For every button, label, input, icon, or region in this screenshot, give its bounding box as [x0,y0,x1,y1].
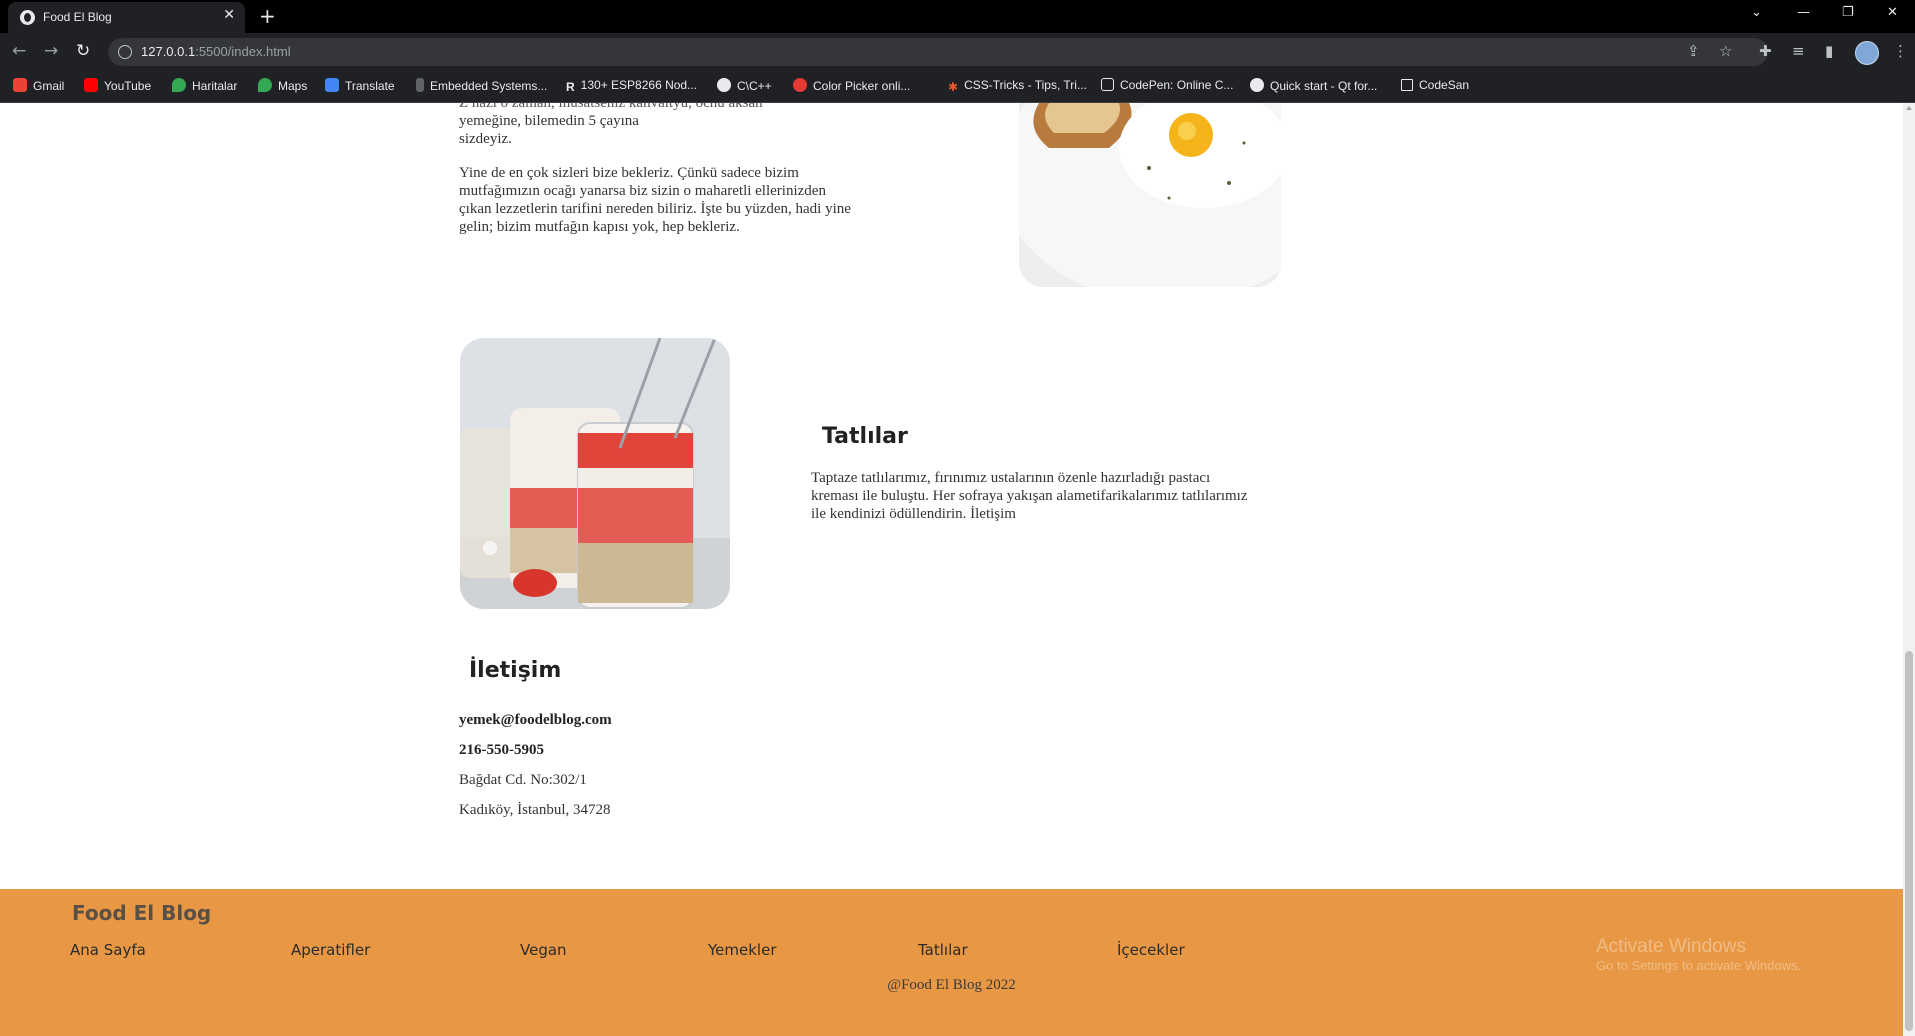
bookmark-youtube[interactable]: YouTube [84,78,151,93]
browser-tab-bar: Food El Blog ✕ + ⌄ — ❐ ✕ [0,0,1915,33]
tab-title: Food El Blog [43,10,112,24]
tab-search-icon[interactable]: ⌄ [1751,5,1762,20]
new-tab-icon[interactable]: + [259,4,276,28]
bookmark-embedded[interactable]: Embedded Systems... [416,78,547,93]
close-tab-icon[interactable]: ✕ [223,7,235,23]
globe-icon [1250,78,1264,92]
page-scrollbar[interactable] [1903,103,1915,1036]
dessert-image [460,338,730,609]
footer-link-yemekler[interactable]: Yemekler [708,941,777,959]
translate-icon [325,78,339,92]
forward-icon[interactable]: → [44,41,58,61]
youtube-icon [84,78,98,92]
contact-title: İletişim [469,658,562,683]
page-viewport: Z nazi o zaman, inusatseniz kanvaityu, o… [0,103,1903,1036]
bookmark-codesan[interactable]: CodeSan [1401,78,1469,92]
intro-line-2: sizdeyiz. [459,131,512,147]
contact-address-line-1: Bağdat Cd. No:302/1 [459,772,587,788]
parfait-jars-illustration [460,338,730,609]
bookmark-gmail[interactable]: Gmail [13,78,64,93]
intro-line-1: yemeğine, bilemedin 5 çayına [459,113,639,129]
bookmark-translate[interactable]: Translate [325,78,395,93]
reload-icon[interactable]: ↻ [76,41,90,61]
windows-activation-watermark-subtitle: Go to Settings to activate Windows. [1596,958,1802,973]
globe-icon [20,10,35,25]
intro-partial-line: Z nazi o zaman, inusatseniz kanvaityu, o… [459,103,763,111]
desserts-title: Tatlılar [822,424,908,449]
footer-brand[interactable]: Food El Blog [72,901,211,925]
bookmark-qt[interactable]: Quick start - Qt for... [1250,78,1377,93]
profile-avatar[interactable] [1855,41,1879,65]
contact-address-line-2: Kadıköy, İstanbul, 34728 [459,802,611,818]
media-icon[interactable]: ≡ [1792,42,1805,60]
r-icon: R [566,80,575,94]
gmail-icon [13,78,27,92]
bookmark-esp8266[interactable]: R 130+ ESP8266 Nod... [566,78,697,94]
bookmark-star-icon[interactable]: ☆ [1719,42,1732,60]
windows-activation-watermark-title: Activate Windows [1596,936,1746,957]
url-text: 127.0.0.1:5500/index.html [141,44,291,59]
footer-link-tatlilar[interactable]: Tatlılar [918,941,968,959]
asterisk-icon: ✱ [948,80,959,94]
intro-paragraph: Yine de en çok sizleri bize bekleriz. Çü… [459,165,851,235]
side-panel-icon[interactable]: ▮ [1825,42,1833,60]
browser-tab[interactable]: Food El Blog ✕ [8,2,245,33]
footer-copyright: @Food El Blog 2022 [887,977,1016,993]
map-pin-icon [172,78,186,92]
desserts-text: Taptaze tatlılarımız, fırınımız ustaları… [811,470,1248,522]
bookmarks-bar: Gmail YouTube Haritalar Maps Translate E… [0,71,1915,103]
scroll-up-icon[interactable] [1906,106,1912,110]
share-icon[interactable]: ⇪ [1687,42,1700,60]
site-info-icon[interactable] [118,45,132,59]
bookmark-cpp[interactable]: C\C++ [717,78,772,93]
minimize-icon[interactable]: — [1797,5,1810,20]
toast-egg-illustration [1019,103,1281,287]
menu-icon[interactable]: ⋮ [1893,42,1908,60]
scrollbar-thumb[interactable] [1905,651,1913,1031]
page-icon [1401,79,1413,91]
footer-link-vegan[interactable]: Vegan [520,941,567,959]
globe-icon [717,78,731,92]
site-footer: Food El Blog Ana Sayfa Aperatifler Vegan… [0,889,1903,1036]
footer-link-icecekler[interactable]: İçecekler [1117,941,1185,959]
back-icon[interactable]: ← [12,41,26,61]
contact-phone: 216-550-5905 [459,742,544,758]
footer-link-ana-sayfa[interactable]: Ana Sayfa [70,941,146,959]
restore-icon[interactable]: ❐ [1842,5,1854,20]
contact-email: yemek@foodelblog.com [459,712,612,728]
bookmark-maps[interactable]: Maps [258,78,307,93]
map-pin-icon [258,78,272,92]
footer-link-aperatifler[interactable]: Aperatifler [291,941,370,959]
chip-icon [416,78,424,92]
bookmark-codepen[interactable]: CodePen: Online C... [1101,78,1233,92]
close-window-icon[interactable]: ✕ [1887,5,1898,20]
bookmark-colorpicker[interactable]: Color Picker onli... [793,78,910,93]
breakfast-image [1019,103,1281,287]
extensions-icon[interactable]: ✚ [1759,42,1772,60]
address-bar-row: ← → ↻ 127.0.0.1:5500/index.html ⇪ ☆ ✚ ≡ … [0,33,1915,71]
bookmark-haritalar[interactable]: Haritalar [172,78,237,93]
bookmark-csstricks[interactable]: ✱ CSS-Tricks - Tips, Tri... [948,78,1087,94]
color-picker-icon [793,78,807,92]
codepen-icon [1101,78,1114,91]
url-field[interactable]: 127.0.0.1:5500/index.html [108,38,1768,66]
